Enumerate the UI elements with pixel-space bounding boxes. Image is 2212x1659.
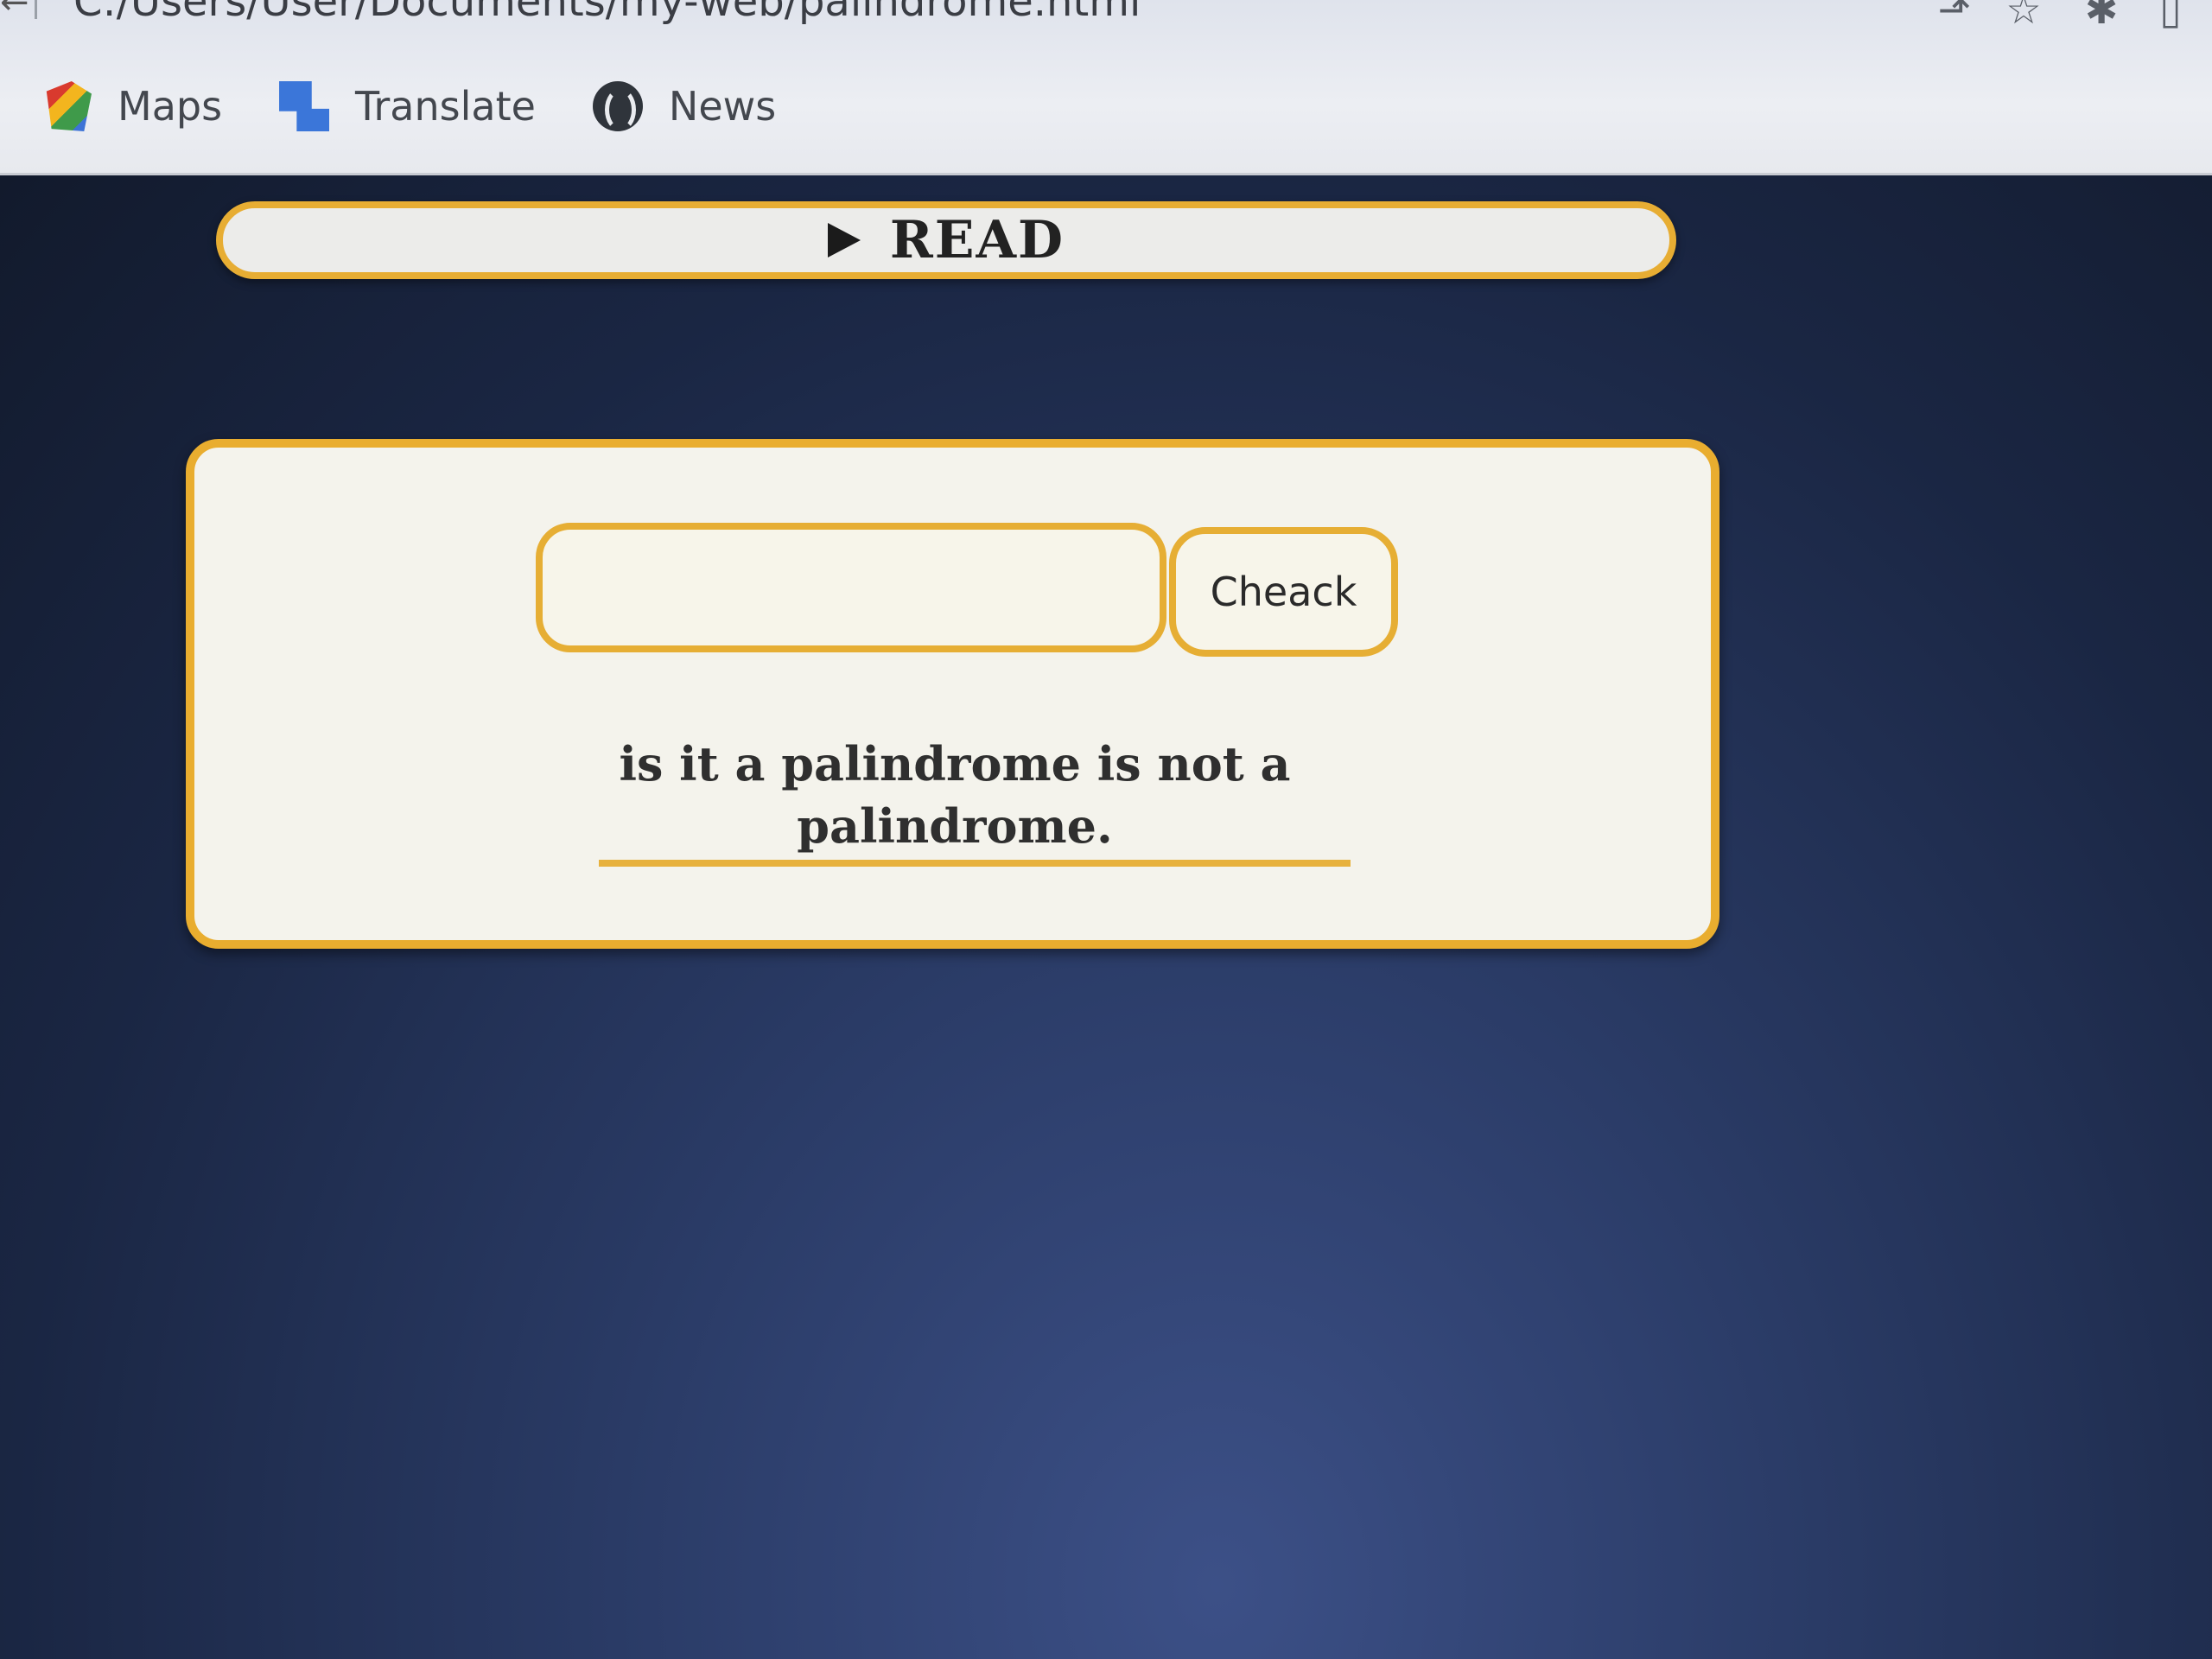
bookmark-news[interactable]: News — [592, 81, 777, 131]
globe-icon — [592, 81, 643, 131]
play-icon — [827, 223, 861, 257]
check-button-label: Cheack — [1210, 569, 1357, 615]
maps-icon — [46, 81, 92, 131]
read-button-label: READ — [889, 210, 1065, 270]
bookmarks-bar: Maps Translate News — [41, 76, 833, 137]
bookmark-maps[interactable]: Maps — [41, 81, 222, 131]
sidebar-icon[interactable]: ▯ — [2146, 0, 2195, 29]
translate-icon — [279, 81, 330, 131]
result-text: is it a palindrome is not a palindrome. — [619, 736, 1291, 854]
address-separator — [35, 0, 37, 19]
check-button[interactable]: Cheack — [1169, 527, 1398, 657]
back-arrow-icon[interactable]: ← — [0, 0, 29, 22]
bookmark-label: Maps — [118, 83, 223, 130]
share-icon[interactable]: ⬏ — [1930, 0, 1979, 29]
extensions-icon[interactable]: ✱ — [2077, 0, 2126, 29]
star-icon[interactable]: ☆ — [1999, 0, 2048, 29]
browser-chrome: ← C:/Users/User/Documents/my-web/palindr… — [0, 0, 2212, 175]
address-bar-url[interactable]: C:/Users/User/Documents/my-web/palindrom… — [73, 0, 1141, 26]
palindrome-checker-card: Cheack is it a palindrome is not a palin… — [186, 439, 1719, 949]
bookmark-label: Translate — [355, 83, 536, 130]
read-button[interactable]: READ — [216, 201, 1676, 279]
palindrome-input[interactable] — [536, 523, 1166, 652]
bookmark-label: News — [668, 83, 777, 130]
page-content: READ Cheack is it a palindrome is not a … — [0, 175, 2212, 1659]
bookmark-translate[interactable]: Translate — [279, 81, 536, 131]
result-underline — [599, 860, 1351, 867]
